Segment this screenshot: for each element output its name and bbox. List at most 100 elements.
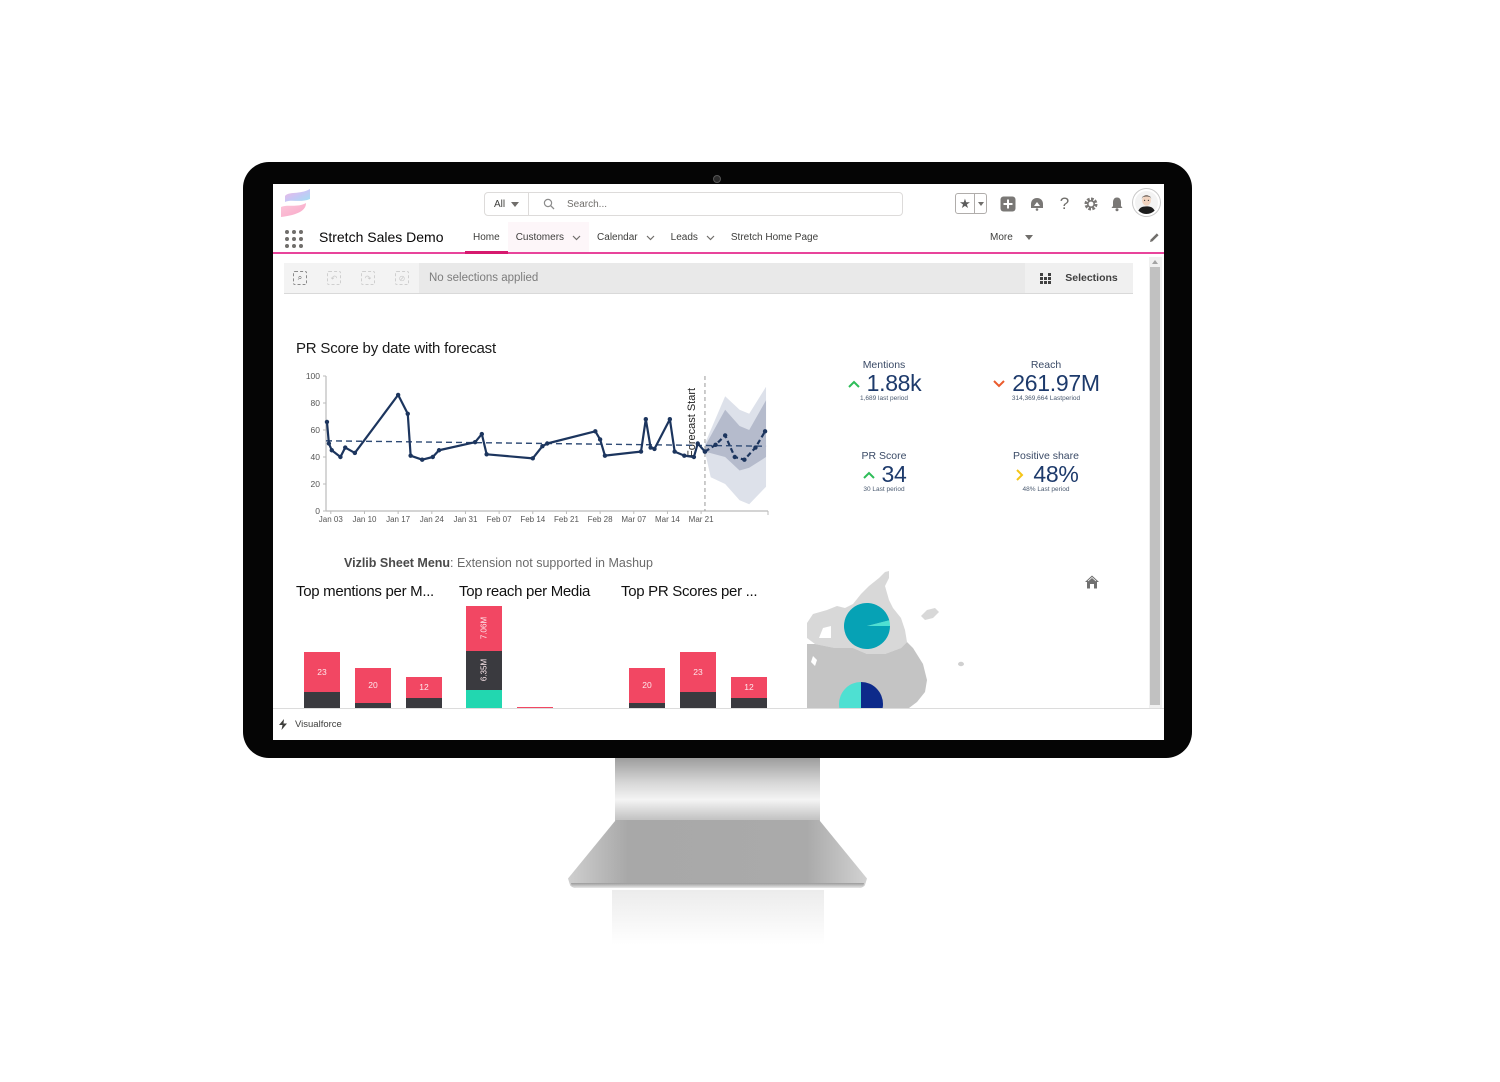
pr-score-line-chart[interactable]: 020406080100Jan 03 Jan 10 Jan 17 Jan 24 Jan …	[293, 370, 773, 530]
kpi-previous-period: 48% Last period	[1022, 486, 1070, 493]
region-map[interactable]	[805, 568, 985, 708]
nav-tab-label: Calendar	[597, 231, 638, 243]
clear-selections-icon[interactable]: ⊘	[395, 271, 409, 285]
bar-stack[interactable]: 12	[731, 676, 767, 708]
pr-score-point	[326, 441, 332, 446]
global-add-icon[interactable]	[999, 195, 1016, 212]
app-name: Stretch Sales Demo	[319, 229, 444, 245]
nav-tab-label: Stretch Home Page	[730, 231, 819, 243]
global-search: All	[484, 192, 903, 216]
pr-score-point	[682, 453, 687, 458]
chevron-down-icon[interactable]	[706, 233, 715, 242]
selections-status: No selections applied	[429, 272, 539, 284]
bar-segment[interactable]	[680, 692, 716, 708]
trailhead-icon[interactable]	[1028, 195, 1045, 212]
kpi-reach[interactable]: Reach 261.97M 314,369,664 Lastperiod	[966, 359, 1126, 402]
lightning-bolt-icon	[279, 719, 287, 730]
trend-up-icon	[847, 380, 860, 388]
x-tick-label: Jan 24	[420, 515, 445, 524]
bar-chart-reach[interactable]: 7.06M 6.35M	[466, 604, 576, 708]
smart-search-icon[interactable]: ⌕	[293, 271, 307, 285]
x-tick-label: Feb 07	[487, 515, 512, 524]
selections-grid-icon	[1040, 272, 1052, 284]
user-avatar[interactable]	[1133, 189, 1160, 216]
trend-down-icon	[993, 379, 1005, 387]
setup-gear-icon[interactable]	[1082, 195, 1099, 212]
pie-slice[interactable]	[844, 603, 890, 649]
bar-data-label: 12	[744, 682, 754, 693]
bar-segment[interactable]	[406, 697, 442, 708]
bar-data-label: 23	[693, 667, 703, 678]
kpi-previous-period: 1,689 last period	[859, 395, 909, 402]
monitor-stand-reflection	[612, 890, 824, 945]
bar-stack[interactable]: 23	[680, 652, 716, 708]
nav-tab-customers[interactable]: Customers	[507, 222, 590, 252]
search-icon	[543, 198, 555, 210]
vertical-scrollbar[interactable]	[1149, 257, 1162, 708]
bar-data-label: 7.06M	[479, 617, 489, 640]
kpi-mentions[interactable]: Mentions 1.88k 1,689 last period	[804, 359, 964, 402]
pr-score-point	[597, 437, 603, 442]
bar-segment[interactable]	[304, 692, 340, 708]
extension-notice: Vizlib Sheet Menu: Extension not support…	[344, 556, 653, 570]
nav-more-menu[interactable]: More	[990, 222, 1033, 252]
chevron-down-icon[interactable]	[646, 233, 655, 242]
edit-pencil-icon[interactable]	[1149, 232, 1160, 243]
app-logo-icon[interactable]	[279, 187, 311, 219]
chevron-down-icon[interactable]	[572, 233, 581, 242]
nav-tab-home[interactable]: Home	[465, 222, 508, 254]
pr-score-point	[472, 439, 478, 445]
pr-score-point	[479, 431, 485, 437]
bar-chart-mentions[interactable]: 23 20 12	[304, 604, 454, 708]
map-island	[958, 661, 964, 667]
search-scope-dropdown[interactable]: All	[485, 193, 529, 215]
help-icon[interactable]: ?	[1056, 194, 1073, 213]
y-tick-label: 40	[311, 452, 321, 462]
home-icon[interactable]	[1084, 574, 1100, 590]
step-forward-icon[interactable]: ↷	[361, 271, 375, 285]
scroll-up-arrow-icon[interactable]	[1152, 260, 1158, 264]
bar-chart-title-mentions: Top mentions per M...	[296, 583, 434, 600]
step-back-icon[interactable]: ↶	[327, 271, 341, 285]
pr-score-series-line	[325, 393, 706, 461]
bar-data-label: 20	[368, 680, 378, 691]
pr-score-point	[329, 448, 334, 453]
utility-bar-item-visualforce[interactable]: Visualforce	[295, 719, 342, 730]
x-tick-label: Mar 07	[621, 515, 646, 524]
kpi-positive-share[interactable]: Positive share 48% 48% Last period	[966, 450, 1126, 493]
nav-tab-stretch-home-page[interactable]: Stretch Home Page	[723, 222, 826, 252]
favorites-star-icon[interactable]: ★	[956, 194, 975, 213]
bar-segment[interactable]	[466, 690, 502, 708]
kpi-pr-score[interactable]: PR Score 34 30 Last period	[804, 450, 964, 493]
bar-stack[interactable]: 23	[304, 652, 340, 708]
caret-down-icon	[1024, 234, 1033, 240]
nav-tab-calendar[interactable]: Calendar	[589, 222, 663, 252]
selections-button[interactable]: Selections	[1025, 263, 1133, 293]
bar-stack[interactable]: 20	[355, 667, 391, 708]
scrollbar-thumb[interactable]	[1150, 267, 1160, 705]
nav-tab-label: Customers	[515, 231, 565, 243]
map-pie-chart[interactable]	[844, 603, 890, 649]
nav-tabs: Home Customers Calendar Leads Stretch Ho…	[465, 222, 826, 254]
search-input[interactable]	[567, 198, 867, 210]
x-tick-label: Jan 03	[319, 515, 344, 524]
pr-score-point	[405, 411, 410, 416]
pr-score-point	[695, 441, 700, 446]
favorites-dropdown-icon[interactable]	[975, 194, 986, 213]
bar-stack[interactable]: 7.06M 6.35M	[466, 606, 502, 708]
notifications-bell-icon[interactable]	[1108, 195, 1125, 212]
nav-tab-leads[interactable]: Leads	[663, 222, 723, 252]
pr-score-point	[436, 448, 442, 453]
app-launcher-icon[interactable]	[285, 230, 303, 248]
bar-stack[interactable]: 12	[406, 676, 442, 708]
y-tick-label: 60	[311, 425, 321, 435]
extension-notice-name: Vizlib Sheet Menu	[344, 556, 451, 570]
bar-segment[interactable]	[731, 697, 767, 708]
favorites-button[interactable]: ★	[955, 193, 987, 214]
monitor-camera	[713, 175, 721, 183]
bar-stack[interactable]: 20	[629, 667, 665, 708]
forecast-point	[713, 442, 718, 448]
bar-chart-pr-scores[interactable]: 20 23 12	[629, 604, 779, 708]
forecast-point	[722, 433, 728, 438]
trend-up-icon	[862, 471, 875, 479]
